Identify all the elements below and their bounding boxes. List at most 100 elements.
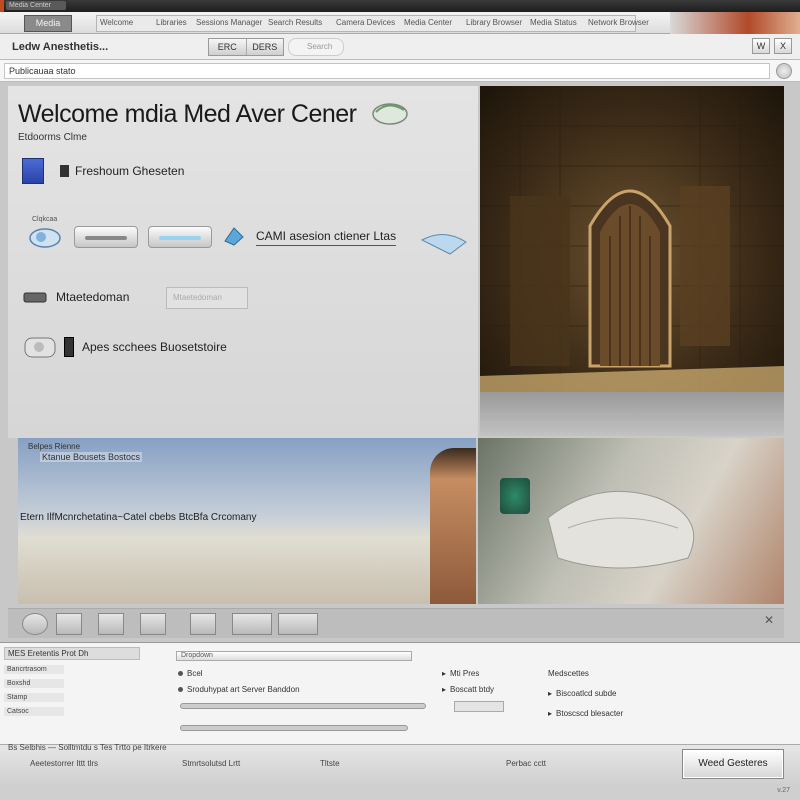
cathedral-photo[interactable] xyxy=(480,86,784,392)
thumbnail-button[interactable] xyxy=(22,613,48,635)
tab-item[interactable]: Camera Devices xyxy=(336,17,395,29)
document-icon xyxy=(22,158,44,184)
option-item[interactable]: ▸ Btoscscd blesacter xyxy=(548,709,623,718)
thumbnail-button[interactable] xyxy=(190,613,216,635)
option-item[interactable]: Sroduhypat art Server Banddon xyxy=(178,685,300,694)
header-bar: Ledw Anesthetis... ERC DERS Search W X xyxy=(0,34,800,60)
thumbnail-button[interactable] xyxy=(278,613,318,635)
radio-icon xyxy=(178,687,183,692)
tab-item[interactable]: Sessions Manager xyxy=(196,17,262,29)
arrow-icon: ▸ xyxy=(442,669,447,678)
option-item[interactable]: Medscettes xyxy=(548,669,589,678)
status-text: Stmrtsolutsd Lrtt xyxy=(182,759,241,768)
option-label: Btoscscd blesacter xyxy=(556,709,624,718)
search-input[interactable]: Search xyxy=(288,38,344,56)
footer: v.27 xyxy=(0,784,800,800)
option-row[interactable]: Mtaetedoman xyxy=(22,290,129,304)
thumbnail-button[interactable] xyxy=(56,613,82,635)
option-label: Sroduhypat art Server Banddon xyxy=(187,685,300,694)
option-item[interactable]: ▸ Mti Pres xyxy=(442,669,479,678)
tab-item[interactable]: Network Browser xyxy=(588,17,649,29)
device-icon xyxy=(24,337,56,358)
status-text: Perbac cctt xyxy=(506,759,547,768)
thumbnail-button[interactable] xyxy=(140,613,166,635)
slider-track[interactable] xyxy=(180,703,426,709)
dropdown-select[interactable]: Dropdown xyxy=(176,651,412,661)
camera-label[interactable]: CAMI asesion ctiener Ltas xyxy=(256,229,397,246)
tab-active[interactable]: Media xyxy=(24,15,72,32)
tab-strip: Media Welcome Libraries Sessions Manager… xyxy=(0,12,800,34)
address-bar: Publicauaa stato xyxy=(0,60,800,82)
list-item[interactable]: Bancrtrasom xyxy=(4,665,64,674)
tab-item[interactable]: Libraries xyxy=(156,17,187,29)
address-input[interactable]: Publicauaa stato xyxy=(4,63,770,79)
segmented-control: ERC DERS xyxy=(208,38,284,56)
photo-caption: Ktanue Bousets Bostocs xyxy=(40,452,143,462)
photo-caption: Belpes Rienne xyxy=(28,442,81,451)
list-item[interactable]: Boxshd xyxy=(4,679,64,688)
window-button[interactable]: W xyxy=(752,38,770,54)
option-label: Freshoum Gheseten xyxy=(75,164,185,178)
device-button[interactable] xyxy=(148,226,212,248)
mouse-icon xyxy=(372,103,408,125)
tab-item[interactable]: Media Center xyxy=(404,17,452,29)
close-icon[interactable]: ✕ xyxy=(764,613,780,635)
welcome-title: Welcome mdia Med Aver Cener xyxy=(18,100,357,128)
panel-header: MES Eretentis Prot Dh xyxy=(4,647,140,660)
app-logo: Media Center xyxy=(6,1,66,10)
drive-icon xyxy=(23,292,47,303)
tab-item[interactable]: Search Results xyxy=(268,17,322,29)
beach-photo[interactable]: Belpes Rienne Ktanue Bousets Bostocs Ete… xyxy=(18,438,476,604)
option-label: Bcel xyxy=(187,669,203,678)
thumbnail-button[interactable] xyxy=(232,613,272,635)
option-label: Boscatt btdy xyxy=(450,685,495,694)
status-bar: Bs Selbhis — Solltmtdu s Tes Trtto pe It… xyxy=(0,743,800,784)
option-item[interactable]: ▸ Biscoatlcd subde xyxy=(548,689,617,698)
primary-button[interactable]: Weed Gesteres xyxy=(682,749,784,779)
close-button[interactable]: X xyxy=(774,38,792,54)
segment-button[interactable]: DERS xyxy=(247,39,284,55)
tab-item[interactable]: Welcome xyxy=(100,17,133,29)
option-row[interactable]: Freshoum Gheseten xyxy=(22,158,184,184)
app-accent xyxy=(0,0,4,12)
segment-button[interactable]: ERC xyxy=(209,39,247,55)
window-corner xyxy=(670,12,800,34)
page-title: Ledw Anesthetis... xyxy=(12,41,109,53)
welcome-panel: Welcome mdia Med Aver Cener Etdoorms Clm… xyxy=(8,86,478,438)
bedroom-photo[interactable] xyxy=(478,438,784,604)
status-text: Tltste xyxy=(320,759,340,768)
welcome-subtitle: Etdoorms Clme xyxy=(18,132,87,143)
tab-item[interactable]: Library Browser xyxy=(466,17,522,29)
settings-panel: MES Eretentis Prot Dh Bancrtrasom Boxshd… xyxy=(0,642,800,744)
photo-caption-area xyxy=(480,392,784,436)
list-item[interactable]: Catsoc xyxy=(4,707,64,716)
option-label: Medscettes xyxy=(548,669,589,678)
go-button[interactable] xyxy=(776,63,792,79)
text-field[interactable]: Mtaetedoman xyxy=(166,287,248,309)
option-label: Mtaetedoman xyxy=(56,290,130,304)
status-text: Bs Selbhis — Solltmtdu s Tes Trtto pe It… xyxy=(8,743,167,752)
version-label: v.27 xyxy=(777,787,790,794)
pillow-illustration xyxy=(547,490,695,569)
option-item[interactable]: Bcel xyxy=(178,669,203,678)
list-item[interactable]: Stamp xyxy=(4,693,64,702)
option-item[interactable]: ▸ Boscatt btdy xyxy=(442,685,494,694)
device-button[interactable] xyxy=(74,226,138,248)
tab-item[interactable]: Media Status xyxy=(530,17,577,29)
camera-row: CAMI asesion ctiener Ltas xyxy=(26,224,397,250)
arrow-icon: ▸ xyxy=(548,709,553,718)
option-label: Biscoatlcd subde xyxy=(556,689,617,698)
arrow-icon: ▸ xyxy=(442,685,447,694)
panel-left: MES Eretentis Prot Dh Bancrtrasom Boxshd… xyxy=(4,647,164,741)
option-row[interactable]: Apes scchees Buosetstoire xyxy=(22,334,227,360)
person-figure xyxy=(430,448,476,604)
cup-figure xyxy=(500,478,530,514)
slider-track[interactable] xyxy=(180,725,408,731)
cathedral-illustration xyxy=(480,86,784,392)
small-button[interactable] xyxy=(454,701,504,712)
camera-icon[interactable] xyxy=(26,224,64,250)
status-text: Aeetestorrer Ittt tlrs xyxy=(30,759,99,768)
thumbnail-button[interactable] xyxy=(98,613,124,635)
main-area: Welcome mdia Med Aver Cener Etdoorms Clm… xyxy=(0,82,800,642)
thumbnail-strip: ✕ xyxy=(8,608,784,638)
